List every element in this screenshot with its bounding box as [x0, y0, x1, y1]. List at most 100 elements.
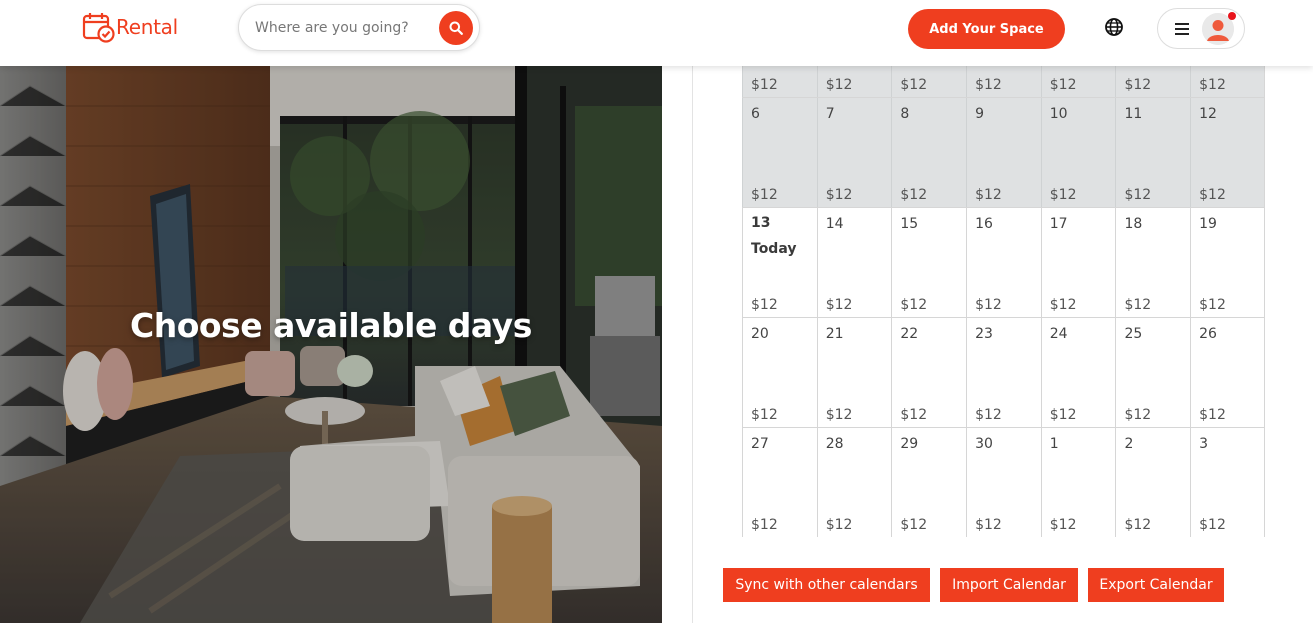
calendar-day-cell[interactable]: 1 $12 — [1040, 428, 1116, 537]
calendar-day-cell[interactable]: 30 $12 — [966, 428, 1041, 537]
day-price: $12 — [1049, 297, 1077, 313]
calendar-day-cell[interactable]: 24 $12 — [1040, 318, 1116, 427]
day-number: 26 — [1199, 326, 1217, 342]
day-number: 27 — [751, 436, 769, 452]
notification-dot — [1228, 12, 1236, 20]
day-price: $12 — [1124, 77, 1152, 93]
calendar-check-icon — [82, 13, 115, 43]
calendar-day-cell[interactable]: 7 $12 — [816, 98, 892, 207]
search-input[interactable] — [255, 16, 435, 40]
day-price: $12 — [1124, 517, 1152, 533]
calendar-day-cell[interactable]: 6 $12 — [742, 98, 817, 207]
day-number: 19 — [1199, 216, 1217, 232]
calendar-day-cell[interactable]: 21 $12 — [816, 318, 892, 427]
calendar-day-cell[interactable]: $12 — [966, 66, 1041, 97]
calendar-day-cell[interactable]: 17 $12 — [1040, 208, 1116, 317]
day-price: $12 — [1124, 407, 1152, 423]
calendar-day-cell[interactable]: $12 — [1040, 66, 1116, 97]
day-number: 18 — [1124, 216, 1143, 232]
day-number: 1 — [1049, 436, 1059, 452]
day-price: $12 — [900, 77, 928, 93]
availability-calendar: $12 $12 $12 $12 $12 $12 $12 6 $12 7 $12 8 $… — [742, 66, 1265, 537]
day-number: 21 — [825, 326, 844, 342]
day-number: 30 — [975, 436, 993, 452]
day-number: 24 — [1049, 326, 1068, 342]
export-calendar-button[interactable]: Export Calendar — [1088, 568, 1224, 602]
day-number: 10 — [1049, 106, 1068, 122]
calendar-week-row: 13 Today $12 14 $12 15 $12 16 $12 17 $12 18 $1… — [742, 208, 1264, 318]
day-price: $12 — [900, 517, 928, 533]
calendar-day-cell-today[interactable]: 13 Today $12 — [742, 208, 817, 317]
calendar-day-cell[interactable]: $12 — [891, 66, 967, 97]
top-header: Rental Add Your Space — [0, 0, 1313, 66]
calendar-day-cell[interactable]: 2 $12 — [1115, 428, 1190, 537]
calendar-day-cell[interactable]: 12 $12 — [1190, 98, 1264, 207]
day-price: $12 — [1049, 517, 1077, 533]
calendar-day-cell[interactable]: 11 $12 — [1115, 98, 1191, 207]
calendar-day-cell[interactable]: 18 $12 — [1115, 208, 1190, 317]
day-price: $12 — [751, 407, 778, 423]
calendar-day-cell[interactable]: 3 $12 — [1190, 428, 1264, 537]
day-price: $12 — [900, 297, 928, 313]
day-number: 23 — [975, 326, 993, 342]
day-price: $12 — [1199, 407, 1226, 423]
calendar-day-cell[interactable]: $12 — [742, 66, 817, 97]
calendar-day-cell[interactable]: 23 $12 — [966, 318, 1041, 427]
day-number: 17 — [1049, 216, 1068, 232]
calendar-day-cell[interactable]: 28 $12 — [816, 428, 892, 537]
search-bar — [238, 4, 480, 51]
calendar-day-cell[interactable]: 16 $12 — [966, 208, 1041, 317]
day-price: $12 — [1199, 77, 1226, 93]
day-price: $12 — [751, 297, 778, 313]
calendar-week-row-partial: $12 $12 $12 $12 $12 $12 $12 — [742, 66, 1264, 98]
add-your-space-button[interactable]: Add Your Space — [908, 9, 1065, 49]
user-menu-button[interactable] — [1157, 8, 1245, 49]
calendar-day-cell[interactable]: 20 $12 — [742, 318, 817, 427]
sync-calendars-button[interactable]: Sync with other calendars — [723, 568, 930, 602]
day-number: 29 — [900, 436, 919, 452]
import-calendar-button[interactable]: Import Calendar — [940, 568, 1078, 602]
day-number: 3 — [1199, 436, 1209, 452]
day-price: $12 — [1199, 297, 1226, 313]
brand-logo[interactable]: Rental — [82, 11, 178, 43]
day-number: 16 — [975, 216, 993, 232]
calendar-day-cell[interactable]: 8 $12 — [891, 98, 967, 207]
day-price: $12 — [751, 517, 778, 533]
day-price: $12 — [751, 187, 778, 203]
calendar-day-cell[interactable]: 27 $12 — [742, 428, 817, 537]
day-price: $12 — [751, 77, 778, 93]
day-number: 22 — [900, 326, 919, 342]
day-number: 20 — [751, 326, 769, 342]
day-number: 8 — [900, 106, 910, 122]
day-number: 6 — [751, 106, 760, 122]
calendar-day-cell[interactable]: 15 $12 — [891, 208, 966, 317]
calendar-day-cell[interactable]: 26 $12 — [1190, 318, 1264, 427]
hero-image: Choose available days — [0, 66, 662, 623]
globe-icon[interactable] — [1104, 17, 1124, 37]
calendar-day-cell[interactable]: 29 $12 — [891, 428, 966, 537]
calendar-day-cell[interactable]: 10 $12 — [1040, 98, 1116, 207]
calendar-day-cell[interactable]: 19 $12 — [1190, 208, 1264, 317]
hero-title: Choose available days — [130, 306, 532, 345]
calendar-week-row: 6 $12 7 $12 8 $12 9 $12 10 $12 11 $12 12 $12 — [742, 98, 1264, 208]
panel-divider — [692, 66, 693, 623]
day-price: $12 — [1049, 407, 1077, 423]
day-number: 9 — [975, 106, 984, 122]
calendar-day-cell[interactable]: $12 — [1115, 66, 1191, 97]
calendar-day-cell[interactable]: 14 $12 — [816, 208, 892, 317]
day-number: 11 — [1124, 106, 1143, 122]
day-price: $12 — [825, 77, 853, 93]
day-number: 12 — [1199, 106, 1217, 122]
calendar-day-cell[interactable]: 22 $12 — [891, 318, 966, 427]
search-button[interactable] — [439, 11, 473, 45]
hamburger-menu-icon — [1175, 23, 1189, 35]
day-number: 28 — [825, 436, 844, 452]
calendar-day-cell[interactable]: 25 $12 — [1115, 318, 1190, 427]
day-price: $12 — [825, 407, 853, 423]
calendar-day-cell[interactable]: $12 — [1190, 66, 1264, 97]
calendar-day-cell[interactable]: $12 — [816, 66, 892, 97]
calendar-day-cell[interactable]: 9 $12 — [966, 98, 1041, 207]
day-price: $12 — [1199, 517, 1226, 533]
day-price: $12 — [1049, 77, 1077, 93]
day-price: $12 — [1124, 297, 1152, 313]
